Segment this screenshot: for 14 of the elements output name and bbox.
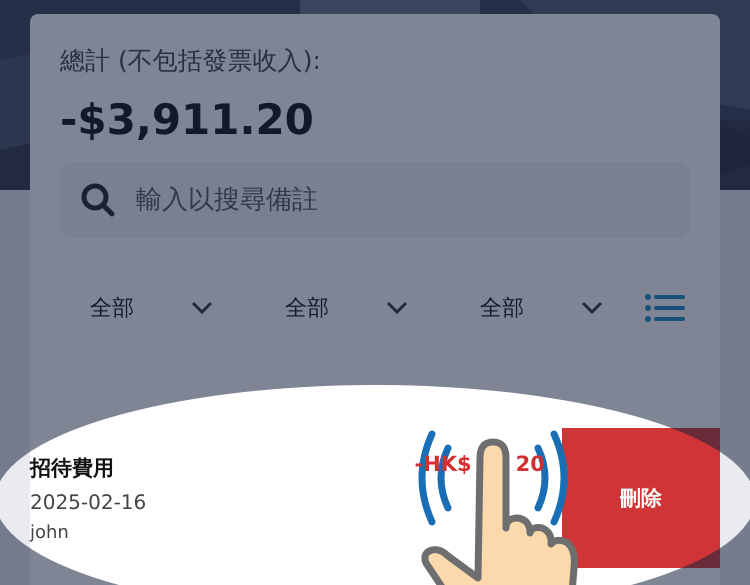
user-text: john (30, 522, 70, 542)
filter-dropdown[interactable]: 全部 (255, 293, 450, 323)
filter-dropdown[interactable]: 全部 (450, 293, 645, 323)
date-text: 2025-02-16 (30, 490, 148, 514)
delete-button[interactable]: 刪除 (562, 428, 720, 568)
chevron-icon (191, 301, 213, 315)
search-field[interactable]: 輸入以搜尋備註 (60, 162, 690, 238)
filter-dropdown[interactable]: 全部 (60, 293, 255, 323)
chevron-icon (581, 301, 603, 315)
category-text: 招待費用 (30, 454, 115, 482)
chevron-icon (386, 301, 408, 315)
total-label: 總計 (不包括發票收入): (60, 45, 321, 77)
total-amount: -$3,911.20 (60, 95, 314, 144)
list-icon[interactable] (645, 294, 685, 322)
